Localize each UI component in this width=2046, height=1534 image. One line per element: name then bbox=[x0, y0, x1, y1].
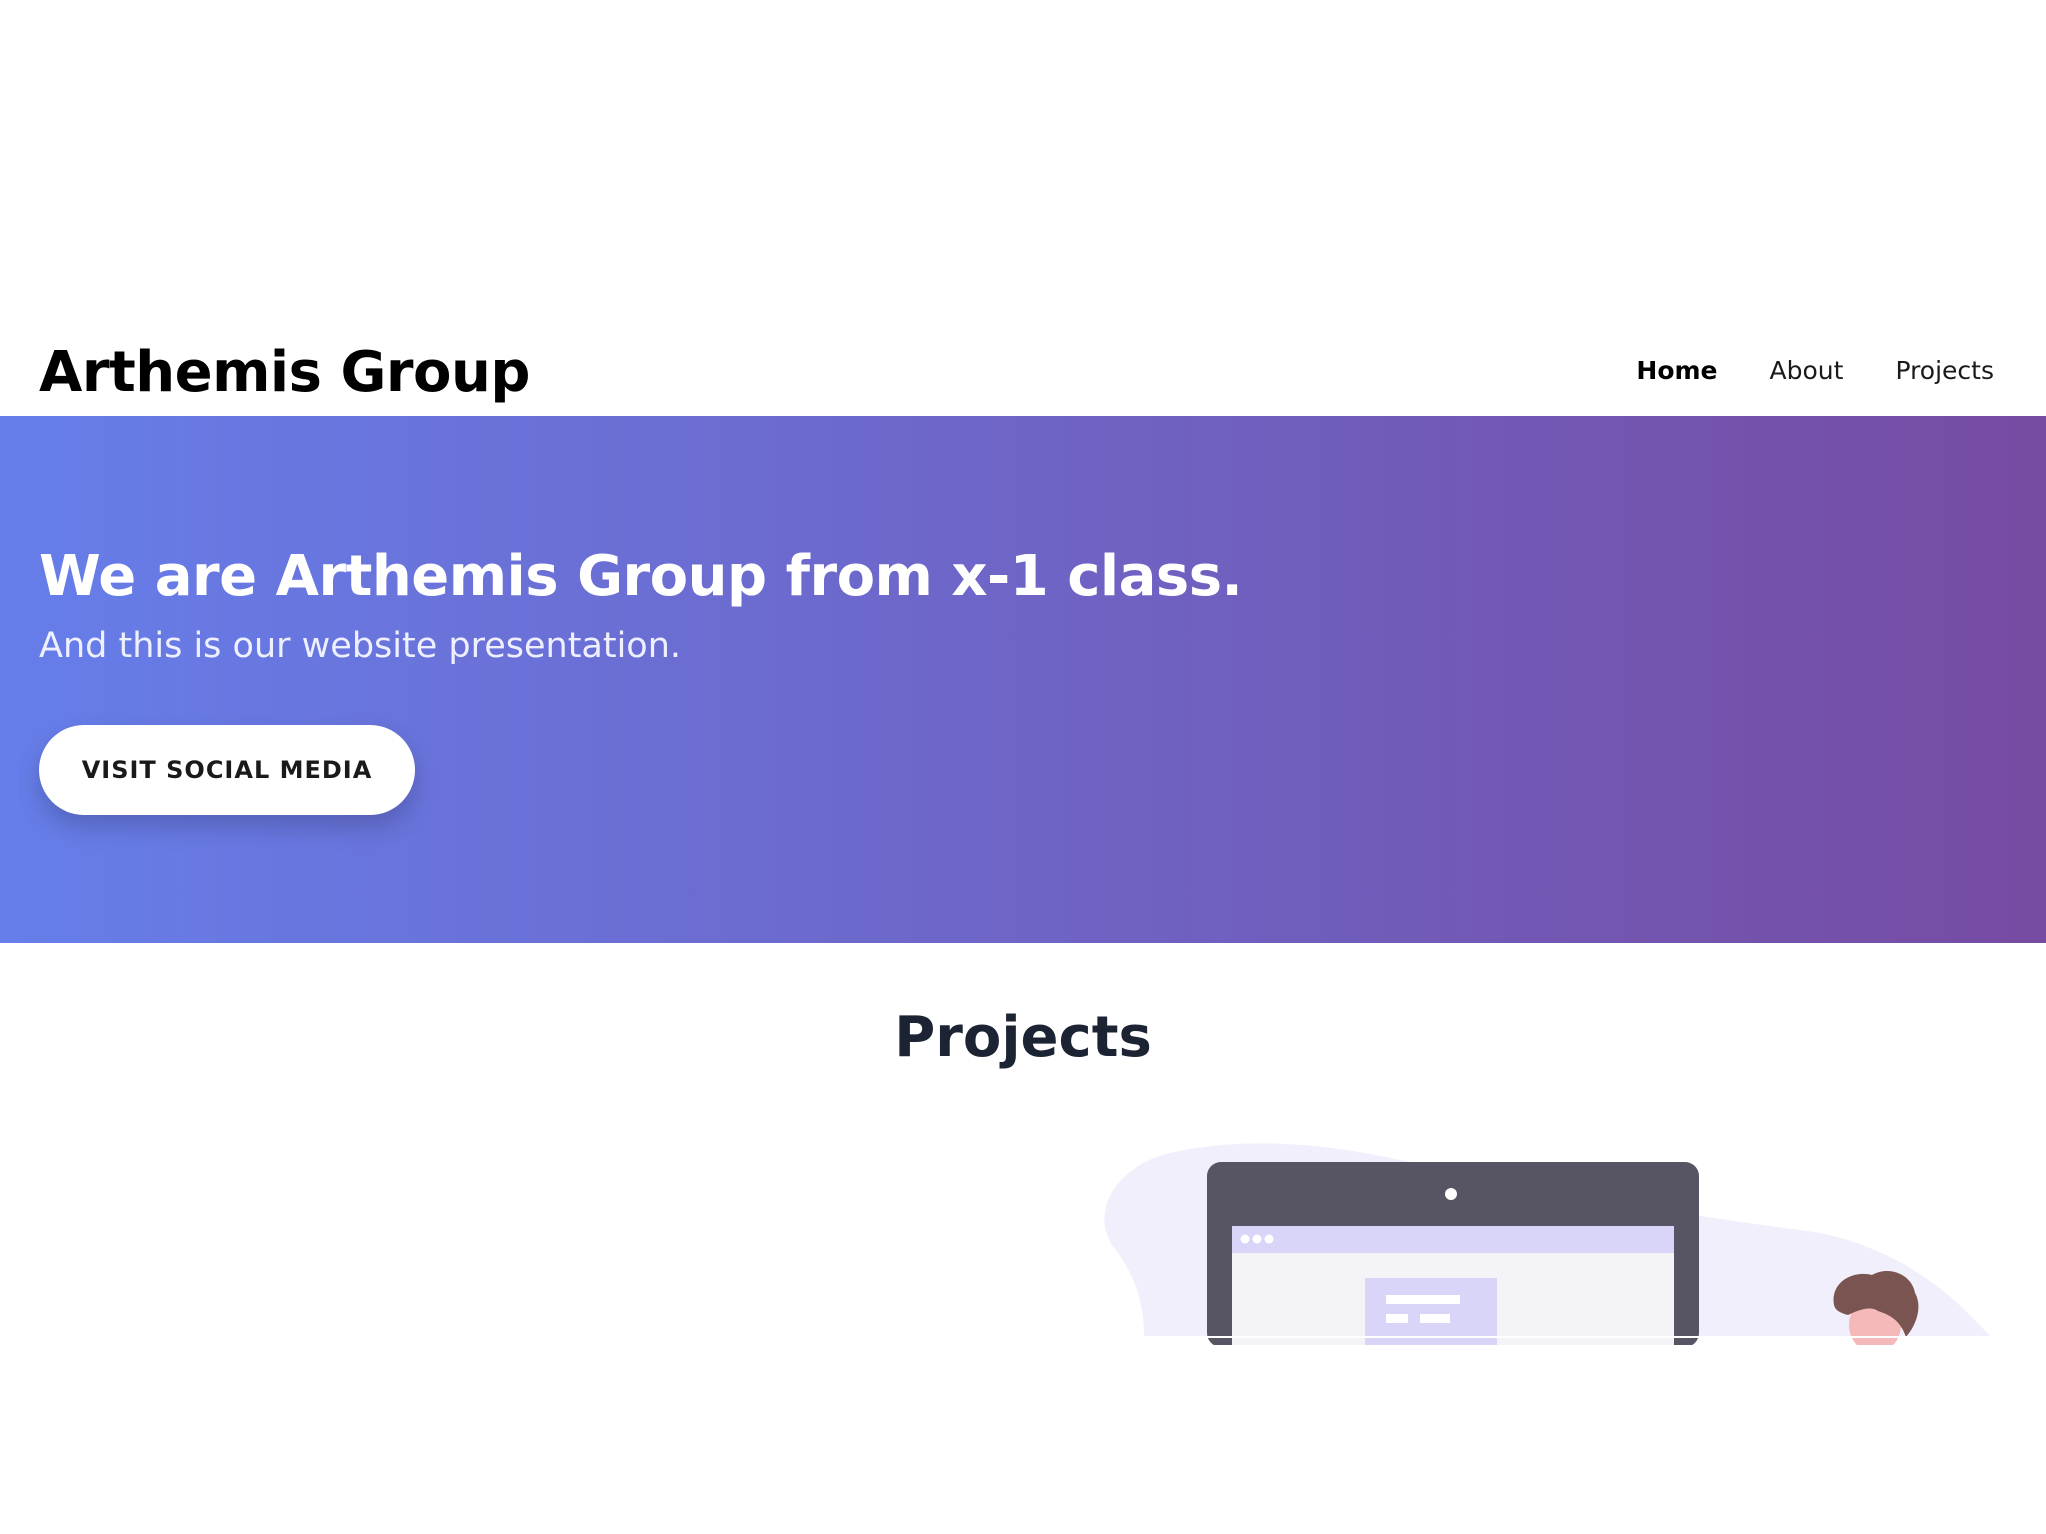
hero-title: We are Arthemis Group from x-1 class. bbox=[39, 544, 1243, 609]
site-header: Arthemis Group Home About Projects bbox=[0, 330, 2046, 416]
nav-projects[interactable]: Projects bbox=[1895, 356, 1994, 385]
laptop-camera bbox=[1445, 1188, 1457, 1200]
visit-social-media-button[interactable]: VISIT SOCIAL MEDIA bbox=[39, 725, 415, 815]
brand-logo[interactable]: Arthemis Group bbox=[39, 340, 530, 405]
hero-banner: We are Arthemis Group from x-1 class. An… bbox=[0, 416, 2046, 943]
nav-about[interactable]: About bbox=[1770, 356, 1844, 385]
hero-subtitle: And this is our website presentation. bbox=[39, 626, 682, 666]
laptop-with-person-illustration bbox=[1104, 1143, 2046, 1345]
content-card bbox=[1365, 1278, 1497, 1345]
projects-heading: Projects bbox=[894, 1005, 1152, 1070]
browser-toolbar bbox=[1232, 1226, 1674, 1253]
nav-home[interactable]: Home bbox=[1636, 356, 1717, 385]
main-nav: Home About Projects bbox=[1636, 356, 1994, 385]
